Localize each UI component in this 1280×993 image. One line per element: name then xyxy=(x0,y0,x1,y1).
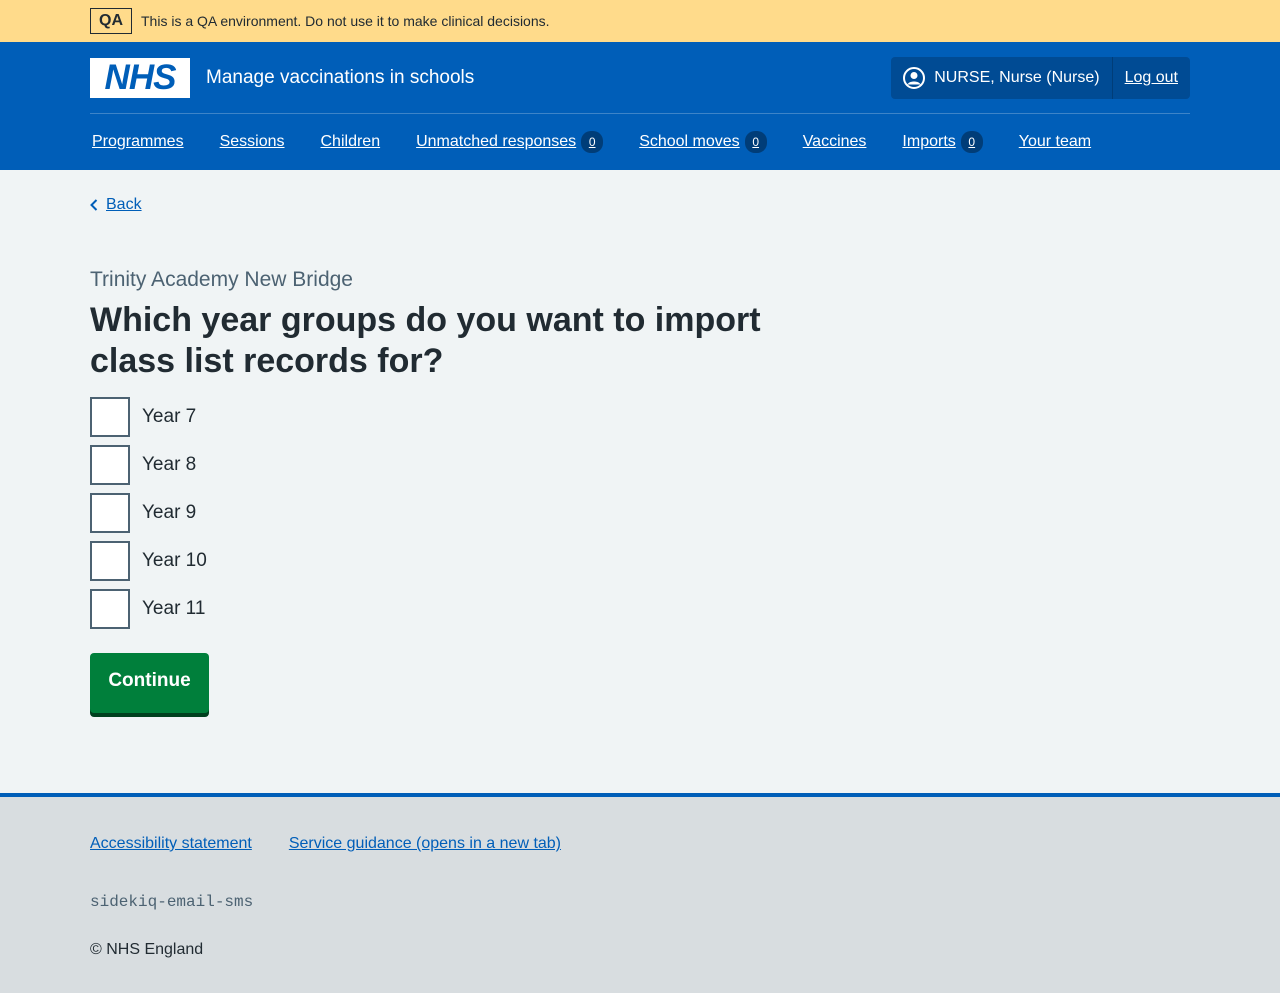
nav-imports[interactable]: Imports 0 xyxy=(902,131,983,153)
nav-programmes[interactable]: Programmes xyxy=(92,133,184,151)
continue-button[interactable]: Continue xyxy=(90,653,209,713)
user-icon xyxy=(903,67,926,89)
header: NHS Manage vaccinations in schools NURSE… xyxy=(0,42,1280,170)
checkbox-year-11[interactable]: Year 11 xyxy=(90,589,207,629)
checkbox-label[interactable]: Year 11 xyxy=(142,598,205,620)
nhs-logo[interactable]: NHS xyxy=(90,57,190,98)
checkbox-year-10[interactable]: Year 10 xyxy=(90,541,207,581)
checkbox-year-8[interactable]: Year 8 xyxy=(90,445,207,485)
school-caption: Trinity Academy New Bridge xyxy=(90,268,353,291)
nav-children[interactable]: Children xyxy=(321,133,381,151)
chevron-left-icon xyxy=(90,199,98,211)
checkbox-input[interactable] xyxy=(90,541,130,581)
checkbox-year-9[interactable]: Year 9 xyxy=(90,493,207,533)
page-title: Which year groups do you want to import … xyxy=(90,301,761,380)
environment-identifier: sidekiq-email-sms xyxy=(90,893,254,911)
environment-message: This is a QA environment. Do not use it … xyxy=(141,13,550,29)
nav-sessions[interactable]: Sessions xyxy=(220,133,285,151)
checkbox-input[interactable] xyxy=(90,493,130,533)
accessibility-statement-link[interactable]: Accessibility statement xyxy=(90,835,252,853)
logout-link[interactable]: Log out xyxy=(1113,69,1190,87)
service-guidance-link[interactable]: Service guidance (opens in a new tab) xyxy=(289,835,561,853)
checkbox-input[interactable] xyxy=(90,445,130,485)
checkbox-year-7[interactable]: Year 7 xyxy=(90,397,207,437)
primary-navigation: Programmes Sessions Children Unmatched r… xyxy=(0,114,1280,170)
checkbox-label[interactable]: Year 9 xyxy=(142,502,196,524)
nav-your-team[interactable]: Your team xyxy=(1019,133,1091,151)
copyright: © NHS England xyxy=(90,941,204,958)
nav-school-moves[interactable]: School moves 0 xyxy=(639,131,767,153)
environment-tag: QA xyxy=(90,8,132,34)
footer-links: Accessibility statement Service guidance… xyxy=(90,835,598,853)
checkbox-label[interactable]: Year 10 xyxy=(142,550,207,572)
nav-vaccines[interactable]: Vaccines xyxy=(803,133,867,151)
count-badge: 0 xyxy=(960,131,983,153)
nav-unmatched-responses[interactable]: Unmatched responses 0 xyxy=(416,131,604,153)
user-name: NURSE, Nurse (Nurse) xyxy=(934,69,1100,86)
checkbox-label[interactable]: Year 8 xyxy=(142,454,196,476)
environment-banner: QA This is a QA environment. Do not use … xyxy=(0,0,1280,42)
year-group-checkboxes: Year 7 Year 8 Year 9 Year 10 Year 11 xyxy=(90,397,207,637)
count-badge: 0 xyxy=(744,131,767,153)
checkbox-input[interactable] xyxy=(90,589,130,629)
back-link[interactable]: Back xyxy=(90,196,142,214)
main-content: Back Trinity Academy New Bridge Which ye… xyxy=(0,170,1280,795)
checkbox-label[interactable]: Year 7 xyxy=(142,406,196,428)
account-user: NURSE, Nurse (Nurse) xyxy=(891,57,1113,99)
account-menu: NURSE, Nurse (Nurse) Log out xyxy=(891,57,1190,99)
footer: Accessibility statement Service guidance… xyxy=(0,793,1280,993)
checkbox-input[interactable] xyxy=(90,397,130,437)
count-badge: 0 xyxy=(581,131,604,153)
service-name[interactable]: Manage vaccinations in schools xyxy=(206,67,474,89)
